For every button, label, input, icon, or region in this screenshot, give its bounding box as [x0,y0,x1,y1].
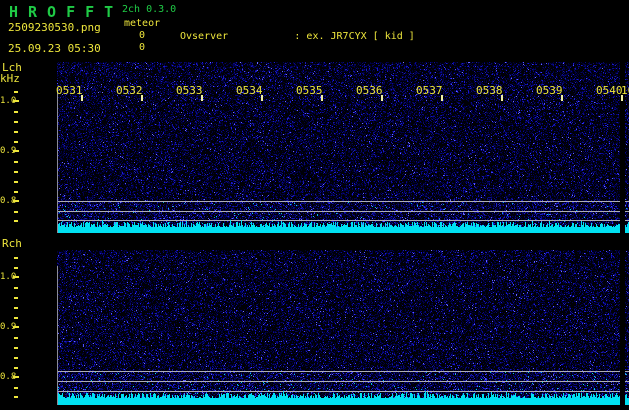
time-label-0539: 0539 [536,84,563,97]
rch-major-tick-1.0 [13,276,19,278]
rch-minor-tick [14,347,18,349]
minute-tick-0533 [201,95,203,101]
lch-axis-line [57,90,58,233]
lch-minor-tick [14,141,18,143]
minute-tick-0537 [441,95,443,101]
lch-major-tick-1.0 [13,100,19,102]
lch-minor-tick [14,131,18,133]
rch-major-tick-0.9 [13,326,19,328]
app-title: HROFFT [9,3,123,21]
rch-panel-label: Rch [2,237,22,250]
lch-minor-tick [14,220,18,222]
time-label-0540: 0540 [596,84,623,97]
minute-tick-0534 [261,95,263,101]
meteor-counter-label: meteor [124,18,160,29]
rch-minor-tick [14,367,18,369]
lch-minor-tick [14,191,18,193]
rch-major-tick-0.8 [13,376,19,378]
lch-minor-tick [14,171,18,173]
time-label-0531: 0531 [56,84,83,97]
lch-minor-tick [14,121,18,123]
lch-minor-tick [14,181,18,183]
rch-minor-tick [14,267,18,269]
time-label-0534: 0534 [236,84,263,97]
rch-minor-tick [14,257,18,259]
lch-major-tick-0.8 [13,200,19,202]
time-label-0538: 0538 [476,84,503,97]
rch-minor-tick [14,337,18,339]
observer-line: Ovserver : ex. JR7CYX [ kid ] [180,31,629,44]
rch-minor-tick [14,357,18,359]
time-label-partial: 10 [621,84,629,97]
minute-tick-0535 [321,95,323,101]
time-label-0537: 0537 [416,84,443,97]
lch-minor-tick [14,161,18,163]
meteor-count-rch: 0 [139,42,145,53]
rch-minor-tick [14,297,18,299]
minute-tick-0539 [561,95,563,101]
hrofft-window: HROFFT 2ch 0.3.0 2509230530.png meteor 0… [0,0,629,410]
app-version: 2ch 0.3.0 [122,4,176,15]
lch-minor-tick [14,91,18,93]
minute-tick-0532 [141,95,143,101]
lch-major-tick-0.9 [13,150,19,152]
minute-tick-0538 [501,95,503,101]
rch-axis-line [57,266,58,405]
lch-minor-tick [14,111,18,113]
rch-minor-tick [14,317,18,319]
minute-tick-0531 [81,95,83,101]
rch-spectrogram [57,250,629,405]
time-label-0536: 0536 [356,84,383,97]
meteor-count-lch: 0 [139,30,145,41]
rch-minor-tick [14,287,18,289]
time-label-0535: 0535 [296,84,323,97]
minute-tick-0536 [381,95,383,101]
rch-minor-tick [14,387,18,389]
time-label-0533: 0533 [176,84,203,97]
lch-frequency-unit: kHz [0,72,20,85]
rch-minor-tick [14,307,18,309]
observation-datetime: 25.09.23 05:30 [8,42,101,55]
lch-minor-tick [14,211,18,213]
output-filename: 2509230530.png [8,21,101,34]
time-label-0532: 0532 [116,84,143,97]
rch-minor-tick [14,396,18,398]
